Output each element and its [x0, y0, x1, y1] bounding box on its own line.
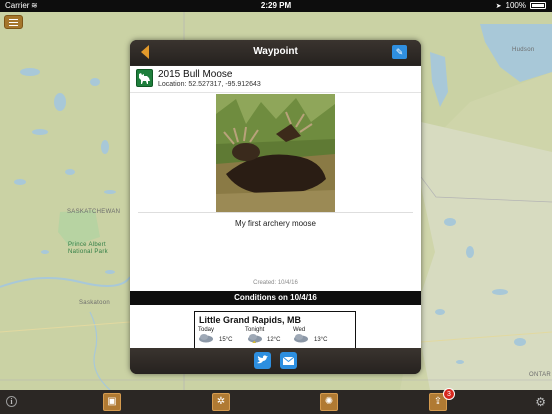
- bottom-toolbar: i ▣ ✲ ✺ ⇪ ⚙: [0, 390, 552, 414]
- hamburger-icon-line-2: [9, 22, 18, 23]
- battery-percent: 100%: [505, 1, 526, 10]
- waypoint-tool-button[interactable]: ▣: [103, 393, 121, 411]
- hamburger-icon-line-1: [9, 19, 18, 20]
- crosshair-icon: ✺: [324, 396, 334, 407]
- modal-header: Waypoint ✎: [130, 40, 421, 65]
- weather-day-temp: 15°C: [219, 337, 233, 343]
- waypoint-photo[interactable]: [216, 94, 335, 212]
- map-label-hudson: Hudson: [512, 47, 535, 53]
- weather-day-label: Tonight: [245, 327, 265, 333]
- conditions-header: Conditions on 10/4/16: [130, 291, 421, 305]
- modal-title: Waypoint: [253, 46, 298, 57]
- notification-badge: 3: [443, 388, 455, 400]
- waypoint-tool-icon: ▣: [107, 396, 117, 407]
- info-icon[interactable]: i: [6, 396, 17, 407]
- status-bar: Carrier ≋ 2:29 PM ➤ 100%: [0, 0, 552, 12]
- map-label-saskatoon: Saskatoon: [79, 300, 111, 306]
- compass-icon: ✲: [216, 396, 226, 407]
- storm-cloud-icon: [248, 334, 262, 343]
- rain-cloud-icon: [294, 334, 308, 343]
- weather-day-label: Today: [198, 327, 215, 333]
- waypoint-name: 2015 Bull Moose: [158, 69, 233, 80]
- map-label-ontario: ONTAR: [529, 372, 552, 378]
- map-label-national-park: National Park: [68, 249, 108, 255]
- pencil-icon: ✎: [395, 47, 404, 57]
- map-label-prince-albert: Prince Albert: [68, 242, 106, 248]
- hamburger-icon-line-3: [9, 25, 18, 26]
- weather-day-temp: 12°C: [267, 337, 281, 343]
- battery-icon: [530, 2, 546, 9]
- email-share-button[interactable]: [280, 352, 297, 369]
- weather-widget: Little Grand Rapids, MB Today 15°C Tonig…: [194, 311, 356, 348]
- twitter-share-button[interactable]: [254, 352, 271, 369]
- waypoint-caption: My first archery moose: [235, 219, 316, 228]
- share-icon: ⇪: [433, 396, 443, 407]
- waypoint-location: Location: 52.527317, -95.912643: [158, 81, 261, 88]
- modal-footer: [130, 348, 421, 374]
- weather-day-label: Wed: [293, 327, 306, 333]
- waypoint-content[interactable]: 2015 Bull Moose Location: 52.527317, -95…: [130, 66, 421, 348]
- weather-day-temp: 13°C: [314, 337, 328, 343]
- waypoint-header: 2015 Bull Moose Location: 52.527317, -95…: [130, 66, 421, 93]
- gear-icon[interactable]: ⚙: [535, 395, 546, 409]
- content-divider: [138, 212, 413, 213]
- status-right: ➤ 100%: [496, 1, 546, 10]
- waypoint-created-date: Created: 10/4/16: [253, 280, 298, 286]
- menu-button[interactable]: [4, 15, 23, 29]
- waypoint-modal: Waypoint ✎ 2015 Bull Moose Location: 52.…: [130, 40, 421, 374]
- rain-cloud-icon: [199, 334, 213, 343]
- location-arrow-icon: ➤: [495, 2, 502, 10]
- weather-city: Little Grand Rapids, MB: [199, 315, 302, 325]
- locate-tool-button[interactable]: ✺: [320, 393, 338, 411]
- email-icon: [282, 356, 295, 365]
- compass-tool-button[interactable]: ✲: [212, 393, 230, 411]
- edit-button[interactable]: ✎: [392, 45, 407, 59]
- twitter-icon: [257, 355, 268, 364]
- moose-icon: [136, 69, 153, 87]
- map-label-saskatchewan: SASKATCHEWAN: [67, 209, 121, 215]
- status-time: 2:29 PM: [260, 1, 292, 10]
